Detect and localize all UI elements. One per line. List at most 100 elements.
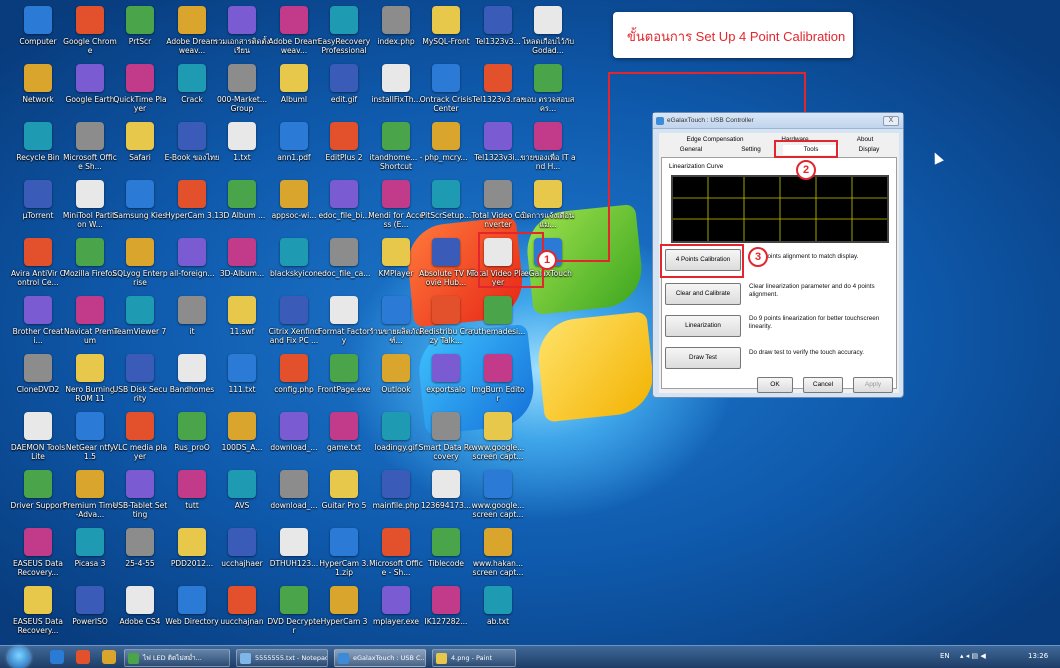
desktop-icon[interactable]: exportsalo xyxy=(418,354,474,412)
desktop-icon[interactable]: DVD Decrypter xyxy=(266,586,322,644)
desktop-icon[interactable]: QuickTime Player xyxy=(112,64,168,122)
desktop-icon[interactable]: 111.txt xyxy=(214,354,270,412)
desktop-icon[interactable]: Adobe CS4 xyxy=(112,586,168,644)
desktop-icon[interactable]: PowerISO xyxy=(62,586,118,644)
desktop-icon[interactable]: tutt xyxy=(164,470,220,528)
desktop-icon[interactable]: Ontrack Crisis Center xyxy=(418,64,474,122)
desktop-icon[interactable]: ขายของเพื่อ IT and H... xyxy=(520,122,576,180)
desktop-icon[interactable]: EASEUS Data Recovery... xyxy=(10,528,66,586)
desktop-icon[interactable]: Avira AntiVir Control Ce... xyxy=(10,238,66,296)
desktop-icon[interactable]: Format Factory xyxy=(316,296,372,354)
desktop-icon[interactable]: KMPlayer xyxy=(368,238,424,296)
desktop-icon[interactable]: AlbumI xyxy=(266,64,322,122)
desktop-icon[interactable]: ucchajhaer xyxy=(214,528,270,586)
desktop-icon[interactable]: DTHUH123... xyxy=(266,528,322,586)
desktop-icon[interactable]: php_mcry... xyxy=(418,122,474,180)
desktop-icon[interactable]: CloneDVD2 xyxy=(10,354,66,412)
task-paint[interactable]: 4.png - Paint xyxy=(432,649,516,667)
task-browser[interactable]: ไฟ LED ติดไม่สม่ำ... xyxy=(124,649,230,667)
desktop-icon[interactable]: MySQL-Front xyxy=(418,6,474,64)
desktop-icon[interactable]: PitScrSetup... xyxy=(418,180,474,238)
desktop-icon[interactable]: 3D-Album... xyxy=(214,238,270,296)
desktop-icon[interactable]: USB Disk Security xyxy=(112,354,168,412)
desktop-icon[interactable]: 123694173... xyxy=(418,470,474,528)
desktop-icon[interactable]: download_... xyxy=(266,470,322,528)
desktop-icon[interactable]: Nero Burning ROM 11 xyxy=(62,354,118,412)
desktop-icon[interactable]: Samsung Kies xyxy=(112,180,168,238)
desktop-icon[interactable]: blackskyicon xyxy=(266,238,322,296)
desktop-icon[interactable]: Adobe Dreamweav... xyxy=(266,6,322,64)
cancel-button[interactable]: Cancel xyxy=(803,377,843,393)
desktop-icon[interactable]: MiniTool Partition W... xyxy=(62,180,118,238)
task-notepad[interactable]: 5555555.txt - Notepad xyxy=(236,649,328,667)
desktop-icon[interactable]: Premium Time-Adva... xyxy=(62,470,118,528)
desktop-icon[interactable]: Total Video Converter xyxy=(470,180,526,238)
desktop-icon[interactable]: Crack xyxy=(164,64,220,122)
desktop-icon[interactable]: HyperCam 3.1.zip xyxy=(316,528,372,586)
desktop-icon[interactable]: www.google... screen capt... xyxy=(470,412,526,470)
desktop-icon[interactable]: Citrix Xenfind and Fix PC ... xyxy=(266,296,322,354)
tab-about[interactable]: About xyxy=(835,135,895,145)
desktop-icon[interactable]: 3D Album ... xyxy=(214,180,270,238)
desktop-icon[interactable]: HyperCam 3.1 xyxy=(164,180,220,238)
desktop-icon[interactable]: loadingy.gif xyxy=(368,412,424,470)
desktop-icon[interactable]: Navicat Premium xyxy=(62,296,118,354)
desktop-icon[interactable]: รวมเอกสารติดตั้งเรียน xyxy=(214,6,270,64)
desktop-icon[interactable]: Mendi for Access (E... xyxy=(368,180,424,238)
desktop-icon[interactable]: www.hakan... screen capt... xyxy=(470,528,526,586)
desktop-icon[interactable]: EditPlus 2 xyxy=(316,122,372,180)
desktop-icon[interactable]: EASEUS Data Recovery... xyxy=(10,586,66,644)
desktop-icon[interactable]: it xyxy=(164,296,220,354)
desktop-icon[interactable]: appsoc-wi... xyxy=(266,180,322,238)
ie-icon[interactable] xyxy=(50,650,64,664)
desktop-icon[interactable]: Microsoft Office - Sh... xyxy=(368,528,424,586)
desktop-icon[interactable]: Outlook xyxy=(368,354,424,412)
desktop-icon[interactable]: FrontPage.exe xyxy=(316,354,372,412)
firefox-icon[interactable] xyxy=(76,650,90,664)
desktop-icon[interactable]: ร้านขายผลิตภัณฑ์... xyxy=(368,296,424,354)
desktop-icon[interactable]: Brother Creati... xyxy=(10,296,66,354)
desktop-icon[interactable]: Network xyxy=(10,64,66,122)
desktop-icon[interactable]: index.php xyxy=(368,6,424,64)
desktop-icon[interactable]: mplayer.exe xyxy=(368,586,424,644)
desktop-icon[interactable]: Guitar Pro 5 xyxy=(316,470,372,528)
desktop-icon[interactable]: โหลดเกือบไว้กับ Godad... xyxy=(520,6,576,64)
desktop-icon[interactable]: Recycle Bin xyxy=(10,122,66,180)
desktop-icon[interactable]: config.php xyxy=(266,354,322,412)
desktop-icon[interactable]: ruthemadesi... xyxy=(470,296,526,354)
desktop-icon[interactable]: edit.gif xyxy=(316,64,372,122)
desktop-icon[interactable]: NetGear ntfy 1.5 xyxy=(62,412,118,470)
desktop-icon[interactable]: www.google... screen capt... xyxy=(470,470,526,528)
desktop-icon[interactable]: VLC media player xyxy=(112,412,168,470)
desktop-icon[interactable]: Google Earth xyxy=(62,64,118,122)
desktop-icon[interactable]: PrtScr xyxy=(112,6,168,64)
desktop-icon[interactable]: Tiblecode xyxy=(418,528,474,586)
desktop-icon[interactable]: ปิดการแจ้งเตือนแม... xyxy=(520,180,576,238)
desktop-icon[interactable]: installFixTh... xyxy=(368,64,424,122)
desktop-icon[interactable]: Mozilla Firefox xyxy=(62,238,118,296)
desktop-icon[interactable]: Bandhomes xyxy=(164,354,220,412)
desktop-icon[interactable]: Absolute TV Movie Hub... xyxy=(418,238,474,296)
apply-button[interactable]: Apply xyxy=(853,377,893,393)
task-egalaxtouch[interactable]: eGalaxTouch : USB C... xyxy=(334,649,426,667)
explorer-icon[interactable] xyxy=(102,650,116,664)
clock[interactable]: 13:26 xyxy=(1028,652,1048,660)
desktop-icon[interactable]: Tel1323v3i... xyxy=(470,122,526,180)
tab-edge-compensation[interactable]: Edge Compensation xyxy=(671,135,759,145)
desktop-icon[interactable]: USB-Tablet Setting xyxy=(112,470,168,528)
desktop-icon[interactable]: Picasa 3 xyxy=(62,528,118,586)
desktop-icon[interactable]: E-Book ของไทย xyxy=(164,122,220,180)
desktop-icon[interactable]: Adobe Dreamweav... xyxy=(164,6,220,64)
desktop-icon[interactable]: Microsoft Office Sh... xyxy=(62,122,118,180)
ok-button[interactable]: OK xyxy=(757,377,793,393)
desktop-icon[interactable]: µTorrent xyxy=(10,180,66,238)
desktop-icon[interactable]: 100DS_A... xyxy=(214,412,270,470)
desktop-icon[interactable]: Safari xyxy=(112,122,168,180)
desktop-icon[interactable]: AVS xyxy=(214,470,270,528)
desktop-icon[interactable]: itandhome... - Shortcut xyxy=(368,122,424,180)
clear-and-calibrate-button[interactable]: Clear and Calibrate xyxy=(665,283,741,305)
desktop-icon[interactable]: TeamViewer 7 xyxy=(112,296,168,354)
desktop-icon[interactable]: uucchajnan xyxy=(214,586,270,644)
desktop-icon[interactable]: 25-4-55 xyxy=(112,528,168,586)
desktop-icon[interactable]: Google Chrome xyxy=(62,6,118,64)
